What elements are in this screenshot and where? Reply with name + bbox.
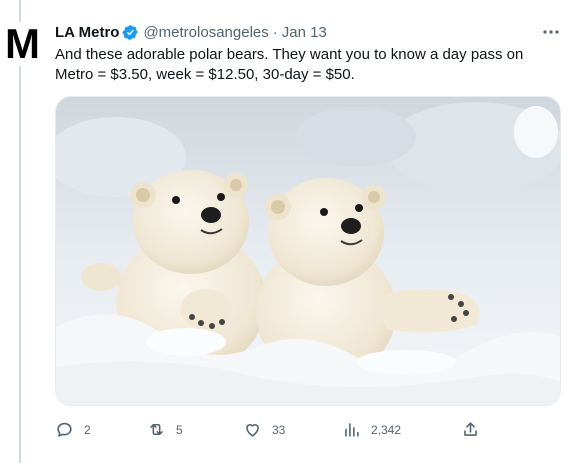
tweet-actions: 2 5 33 2,342 bbox=[55, 420, 495, 440]
reply-icon bbox=[57, 422, 72, 437]
like-icon bbox=[246, 424, 259, 437]
like-count: 33 bbox=[272, 422, 286, 437]
thread-line bbox=[19, 0, 21, 463]
views-count: 2,342 bbox=[371, 422, 402, 437]
share-button[interactable] bbox=[461, 420, 490, 439]
like-button[interactable]: 33 bbox=[243, 420, 285, 439]
retweet-button[interactable]: 5 bbox=[147, 420, 183, 439]
author-name[interactable]: LA Metro bbox=[55, 24, 119, 41]
reply-button[interactable]: 2 bbox=[55, 420, 91, 439]
views-button[interactable]: 2,342 bbox=[342, 420, 401, 439]
tweet-text: And these adorable polar bears. They wan… bbox=[55, 46, 524, 83]
timestamp[interactable]: Jan 13 bbox=[282, 24, 327, 41]
avatar[interactable]: M bbox=[2, 22, 42, 66]
tweet-photo[interactable] bbox=[55, 96, 561, 406]
author-handle[interactable]: @metrolosangeles bbox=[143, 24, 268, 41]
polar-bears-image bbox=[56, 97, 560, 405]
reply-count: 2 bbox=[84, 422, 91, 437]
separator-dot: · bbox=[272, 23, 278, 41]
tweet-header: LA Metro @metrolosangeles · Jan 13 bbox=[55, 22, 558, 42]
verified-badge-icon bbox=[122, 24, 139, 41]
avatar-logo: M bbox=[5, 20, 40, 67]
more-icon[interactable] bbox=[541, 24, 561, 40]
retweet-icon bbox=[150, 423, 163, 436]
retweet-count: 5 bbox=[176, 422, 183, 437]
share-icon bbox=[464, 422, 477, 436]
views-icon bbox=[345, 423, 359, 437]
